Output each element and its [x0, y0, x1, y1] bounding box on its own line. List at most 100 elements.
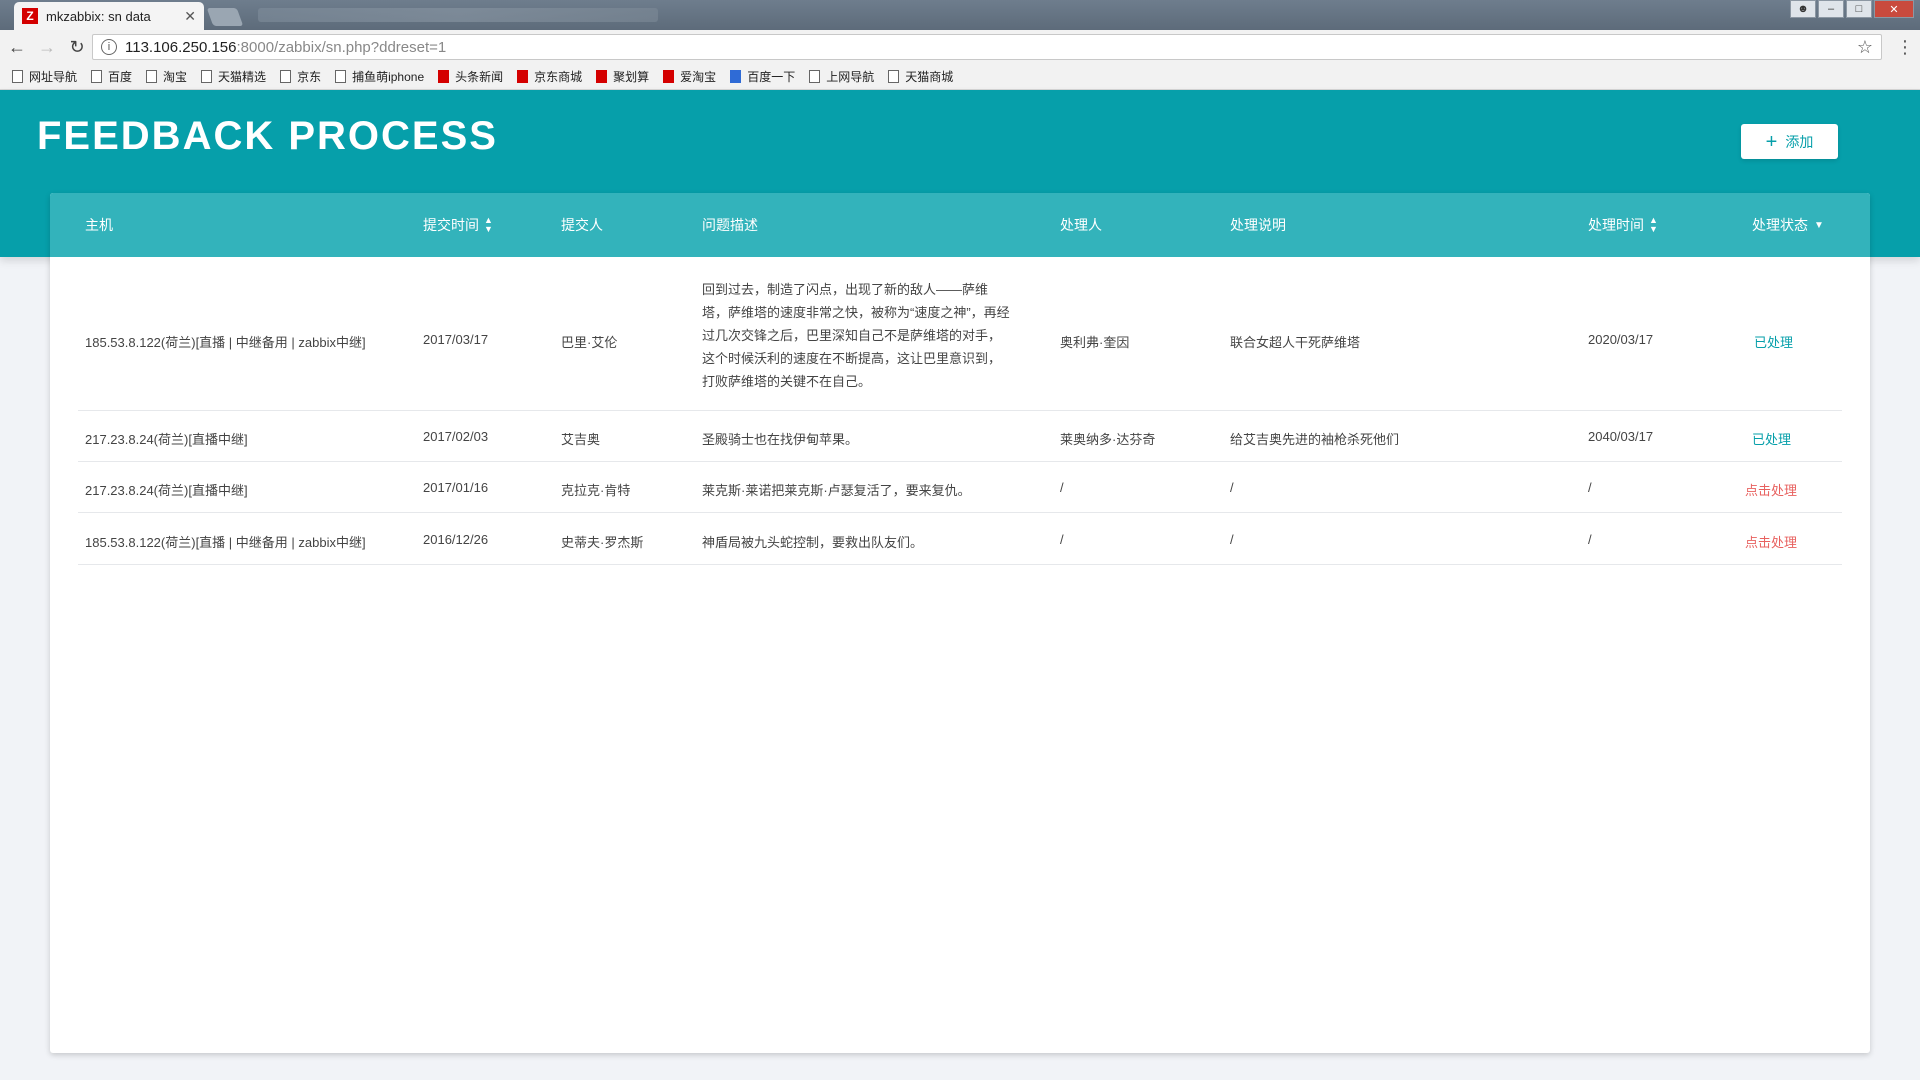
browser-toolbar: ← → ↻ i 113.106.250.156 :8000/zabbix/sn.… — [0, 30, 1920, 64]
cell-submit-time: 2016/12/26 — [423, 532, 489, 547]
table-header: 主机 提交时间 ▲ ▼ 提交人 问题描述 处理人 处理说明 处理时间 ▲ ▼ 处理状态 ▼ — [50, 193, 1870, 257]
zabbix-favicon-icon: Z — [22, 8, 38, 24]
new-tab-button[interactable] — [206, 8, 244, 26]
cell-handling-note: / — [1230, 480, 1234, 495]
cell-host: 217.23.8.24(荷兰)[直播中继] — [85, 483, 248, 498]
minimize-button[interactable]: – — [1818, 0, 1844, 18]
cell-submit-time: 2017/03/17 — [423, 332, 489, 347]
cell-host: 185.53.8.122(荷兰)[直播 | 中继备用 | zabbix中继] — [85, 335, 366, 350]
status-processed: 已处理 — [1752, 432, 1792, 447]
tab-title: mkzabbix: sn data — [46, 8, 151, 24]
bookmark-item[interactable]: 百度一下 — [730, 68, 795, 85]
cell-handler: / — [1060, 480, 1064, 495]
tab-close-icon[interactable]: ✕ — [184, 8, 196, 25]
plus-icon: + — [1765, 130, 1778, 153]
table-row: 185.53.8.122(荷兰)[直播 | 中继备用 | zabbix中继] 2… — [78, 257, 1842, 411]
dropdown-caret-icon[interactable]: ▼ — [1814, 220, 1824, 231]
header-handle-time[interactable]: 处理时间 ▲ ▼ — [1588, 215, 1658, 235]
bookmark-item[interactable]: 上网导航 — [809, 68, 874, 85]
cell-handle-time: 2020/03/17 — [1588, 332, 1654, 347]
header-handler: 处理人 — [1060, 217, 1102, 233]
cell-submit-time: 2017/01/16 — [423, 480, 489, 495]
cell-handle-time: 2040/03/17 — [1588, 429, 1654, 444]
page-icon — [201, 70, 213, 83]
feedback-table-card: 主机 提交时间 ▲ ▼ 提交人 问题描述 处理人 处理说明 处理时间 ▲ ▼ 处理状态 ▼… — [50, 193, 1870, 1053]
cell-handler: 奥利弗·奎因 — [1060, 335, 1130, 350]
cell-submitter: 史蒂夫·罗杰斯 — [561, 535, 644, 550]
page-icon — [280, 70, 292, 83]
page-icon — [335, 70, 347, 83]
header-description: 问题描述 — [702, 217, 758, 233]
cell-description: 莱克斯·莱诺把莱克斯·卢瑟复活了，要来复仇。 — [702, 483, 971, 498]
page-title: FEEDBACK PROCESS — [37, 114, 498, 158]
baidu-paw-icon — [730, 70, 742, 83]
bookmark-item[interactable]: 捕鱼萌iphone — [335, 68, 424, 85]
table-row: 185.53.8.122(荷兰)[直播 | 中继备用 | zabbix中继] 2… — [78, 513, 1842, 565]
juhuasuan-icon — [596, 70, 608, 83]
cell-handling-note: 联合女超人干死萨维塔 — [1230, 335, 1361, 350]
bookmark-item[interactable]: 网址导航 — [12, 68, 77, 85]
bookmark-item[interactable]: 淘宝 — [146, 68, 187, 85]
page-icon — [888, 70, 900, 83]
bookmark-item[interactable]: 头条新闻 — [438, 68, 503, 85]
aitaobao-icon — [663, 70, 675, 83]
process-link[interactable]: 点击处理 — [1745, 532, 1797, 551]
window-controls: ☻ – □ ✕ — [1790, 0, 1914, 18]
info-icon[interactable]: i — [101, 39, 117, 55]
table-row: 217.23.8.24(荷兰)[直播中继] 2017/02/03 艾吉奥 圣殿骑… — [78, 411, 1842, 462]
cell-handler: 莱奥纳多·达芬奇 — [1060, 432, 1156, 447]
bookmark-item[interactable]: 聚划算 — [596, 68, 649, 85]
bookmark-item[interactable]: 京东 — [280, 68, 321, 85]
sort-icon[interactable]: ▲ ▼ — [484, 216, 493, 234]
bookmark-item[interactable]: 天猫精选 — [201, 68, 266, 85]
page-icon — [12, 70, 23, 83]
cell-handler: / — [1060, 532, 1064, 547]
cell-handle-time: / — [1588, 532, 1592, 547]
cell-description: 圣殿骑士也在找伊甸苹果。 — [702, 432, 859, 447]
page-icon — [809, 70, 821, 83]
cell-submit-time: 2017/02/03 — [423, 429, 489, 444]
header-status[interactable]: 处理状态 ▼ — [1752, 215, 1824, 235]
process-link[interactable]: 点击处理 — [1745, 480, 1797, 499]
cell-submitter: 艾吉奥 — [561, 432, 601, 447]
cell-description: 神盾局被九头蛇控制，要救出队友们。 — [702, 535, 924, 550]
cell-host: 185.53.8.122(荷兰)[直播 | 中继备用 | zabbix中继] — [85, 535, 366, 550]
browser-tabstrip: Z mkzabbix: sn data ✕ ☻ – □ ✕ — [0, 0, 1920, 30]
blurred-tab-area — [258, 8, 658, 22]
bookmark-star-icon[interactable]: ☆ — [1857, 37, 1873, 58]
header-submit-time[interactable]: 提交时间 ▲ ▼ — [423, 215, 493, 235]
header-handling-note: 处理说明 — [1230, 217, 1286, 233]
status-processed: 已处理 — [1754, 335, 1794, 350]
jd-icon — [517, 70, 529, 83]
bookmark-item[interactable]: 天猫商城 — [888, 68, 953, 85]
cell-submitter: 巴里·艾伦 — [561, 335, 618, 350]
cell-handle-time: / — [1588, 480, 1592, 495]
forward-arrow-icon[interactable]: → — [34, 37, 60, 58]
page-icon — [146, 70, 158, 83]
close-window-button[interactable]: ✕ — [1874, 0, 1914, 18]
bookmark-item[interactable]: 百度 — [91, 68, 132, 85]
add-button-label: 添加 — [1785, 133, 1814, 150]
bookmarks-bar: 网址导航 百度 淘宝 天猫精选 京东 捕鱼萌iphone 头条新闻 京东商城 聚… — [0, 64, 1920, 90]
address-bar[interactable]: i 113.106.250.156 :8000/zabbix/sn.php?dd… — [92, 34, 1882, 60]
browser-tab[interactable]: Z mkzabbix: sn data ✕ — [14, 2, 204, 30]
reload-icon[interactable]: ↻ — [64, 37, 90, 58]
page-icon — [91, 70, 103, 83]
maximize-button[interactable]: □ — [1846, 0, 1872, 18]
cell-description: 回到过去，制造了闪点，出现了新的敌人——萨维塔，萨维塔的速度非常之快，被称为“速… — [702, 282, 1010, 389]
user-icon[interactable]: ☻ — [1790, 0, 1816, 18]
table-row: 217.23.8.24(荷兰)[直播中继] 2017/01/16 克拉克·肯特 … — [78, 462, 1842, 513]
cell-host: 217.23.8.24(荷兰)[直播中继] — [85, 432, 248, 447]
sort-icon[interactable]: ▲ ▼ — [1649, 216, 1658, 234]
url-path: :8000/zabbix/sn.php?ddreset=1 — [236, 38, 447, 56]
header-host: 主机 — [85, 217, 113, 233]
url-host: 113.106.250.156 — [125, 38, 237, 56]
header-submitter: 提交人 — [561, 217, 603, 233]
bookmark-item[interactable]: 爱淘宝 — [663, 68, 716, 85]
cell-submitter: 克拉克·肯特 — [561, 483, 631, 498]
add-button[interactable]: + 添加 — [1741, 124, 1838, 159]
back-arrow-icon[interactable]: ← — [4, 37, 30, 58]
cell-handling-note: / — [1230, 532, 1234, 547]
browser-menu-icon[interactable]: ⋮ — [1896, 38, 1914, 56]
bookmark-item[interactable]: 京东商城 — [517, 68, 582, 85]
